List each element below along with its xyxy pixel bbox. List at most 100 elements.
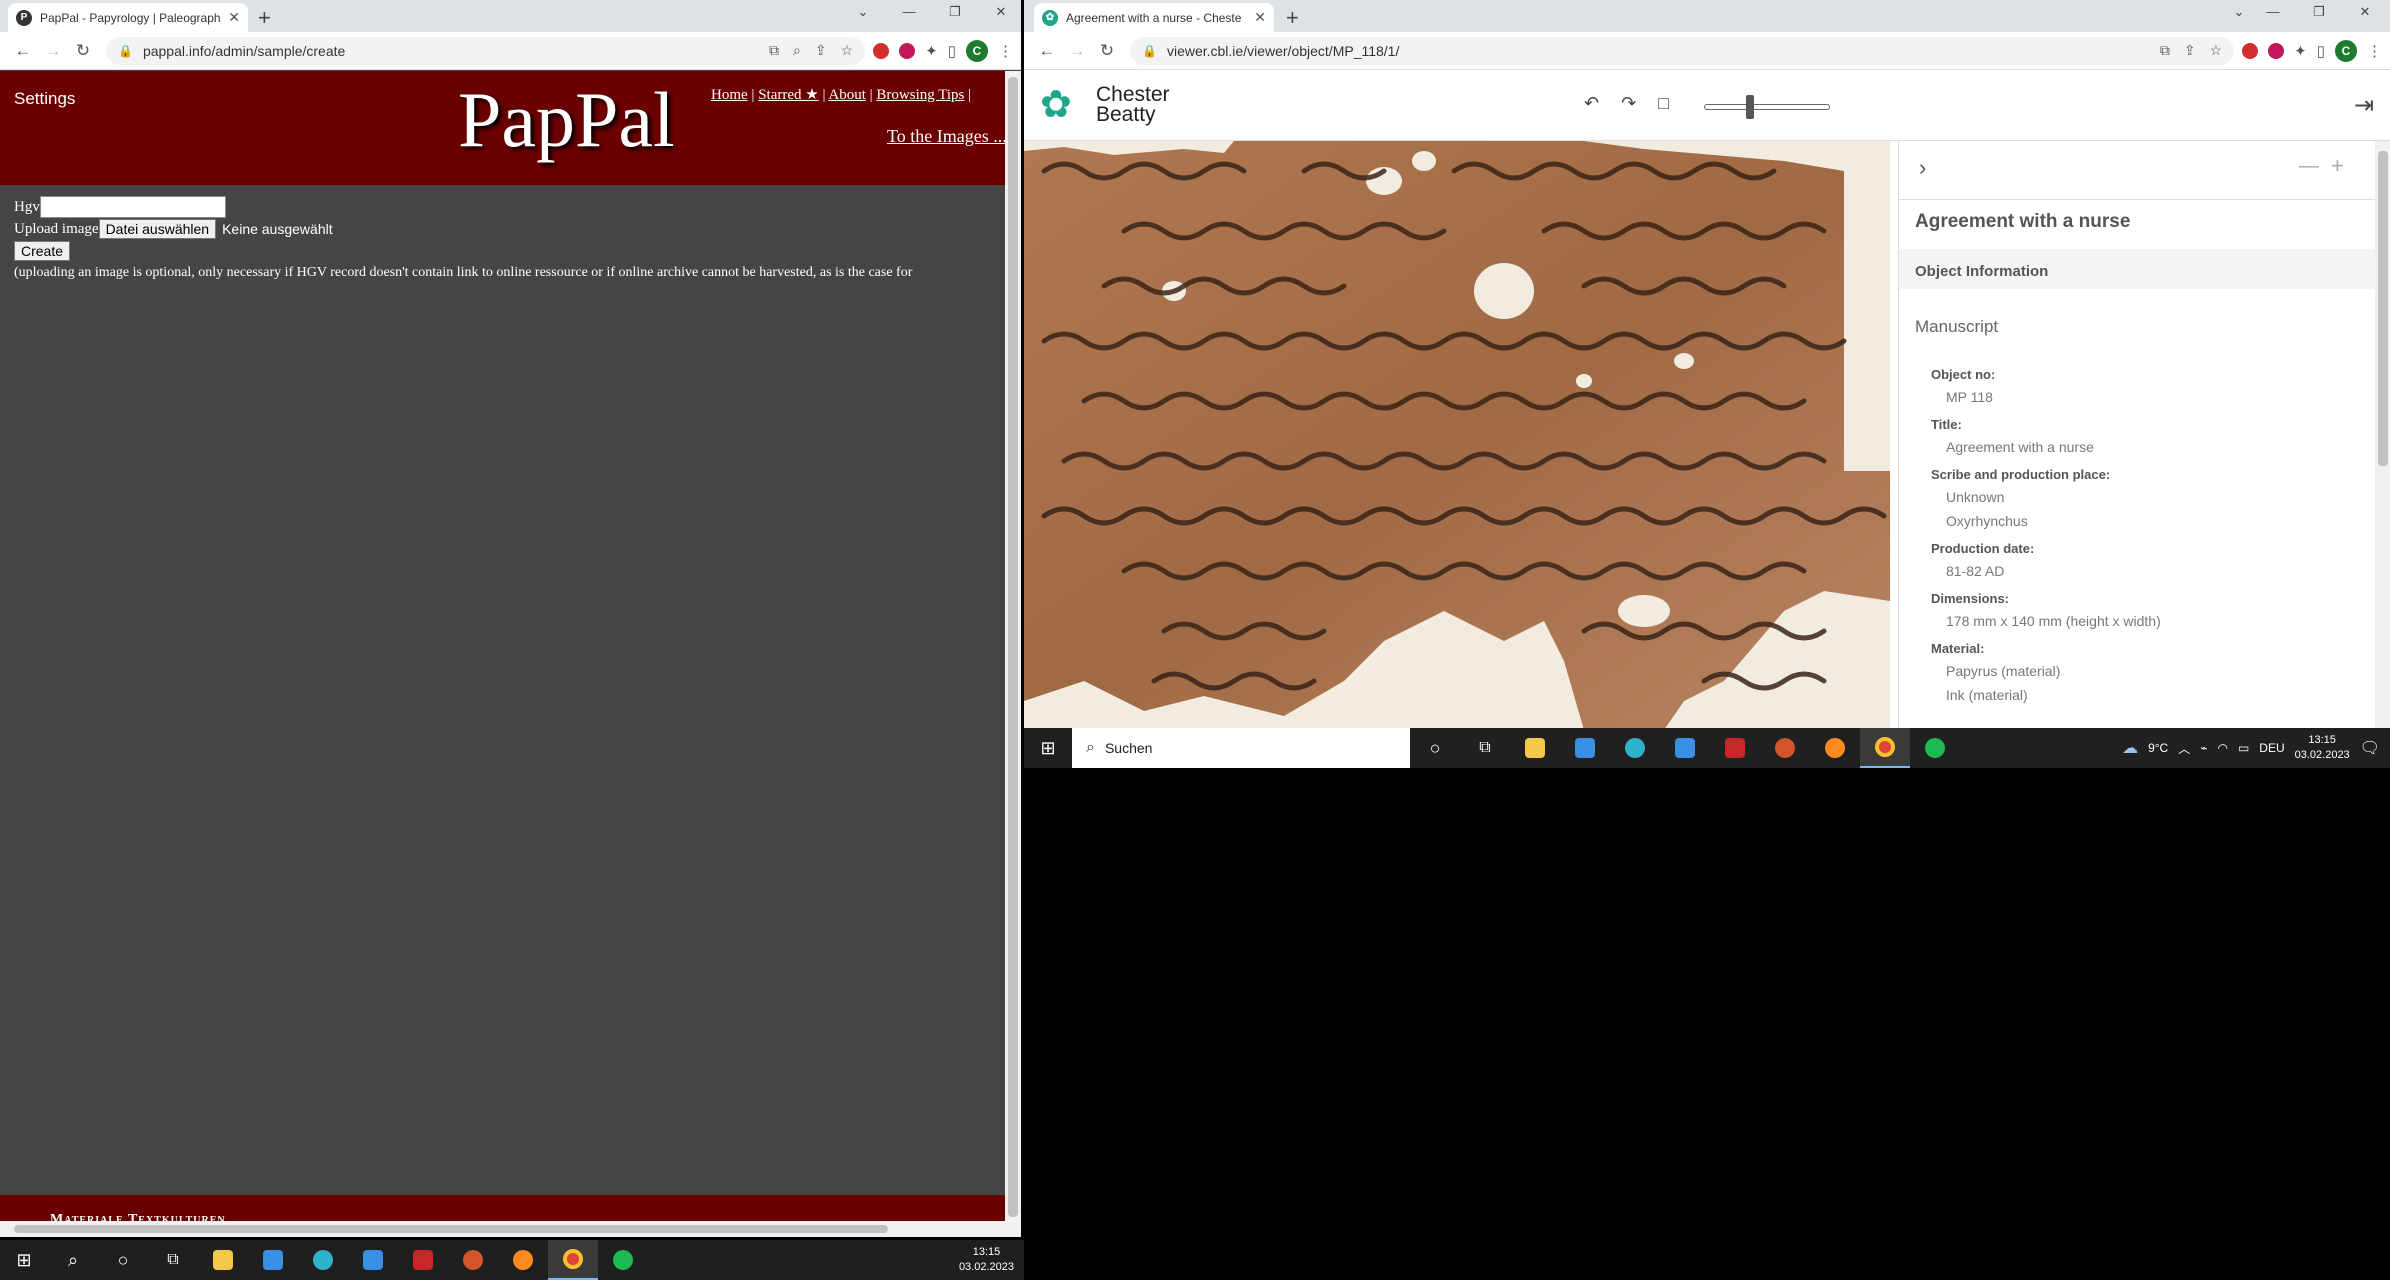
back-icon[interactable]: ← xyxy=(8,41,38,61)
close-window-button[interactable]: ✕ xyxy=(2342,4,2388,20)
zoom-slider-handle[interactable] xyxy=(1746,95,1754,119)
extensions-puzzle-icon[interactable]: ✦ xyxy=(925,42,938,60)
back-icon[interactable]: ← xyxy=(1032,41,1062,61)
translate-icon[interactable]: ⧉ xyxy=(2160,42,2170,59)
extension-red-icon[interactable] xyxy=(873,42,890,59)
bookmark-star-icon[interactable]: ☆ xyxy=(2210,42,2223,59)
store-icon[interactable] xyxy=(248,1240,298,1280)
lock-icon[interactable]: 🔒 xyxy=(118,44,133,58)
new-tab-button[interactable]: + xyxy=(1286,5,1299,31)
chrome-icon[interactable] xyxy=(548,1240,598,1280)
cortana-icon[interactable]: ○ xyxy=(1410,728,1460,768)
acrobat-icon[interactable] xyxy=(1710,728,1760,768)
task-view-icon[interactable]: ⧉ xyxy=(1460,728,1510,768)
minimize-button[interactable]: — xyxy=(886,4,932,20)
scrollbar-thumb[interactable] xyxy=(14,1225,888,1233)
task-view-icon[interactable]: ⧉ xyxy=(148,1240,198,1280)
clock[interactable]: 13:15 03.02.2023 xyxy=(959,1245,1014,1275)
battery-icon[interactable]: ▭ xyxy=(2238,741,2249,755)
panel-scrollbar[interactable] xyxy=(2375,141,2390,730)
zoom-slider[interactable] xyxy=(1704,95,1830,119)
close-tab-icon[interactable]: ✕ xyxy=(1254,9,1266,26)
powerpoint-icon[interactable] xyxy=(448,1240,498,1280)
pappal-logo[interactable]: PapPal xyxy=(458,75,675,165)
store-icon[interactable] xyxy=(1560,728,1610,768)
extension-pink-icon[interactable] xyxy=(2268,42,2285,59)
panel-plus-icon[interactable]: + xyxy=(2331,153,2344,179)
edge-icon[interactable] xyxy=(1610,728,1660,768)
tab-agreement-nurse[interactable]: ✿ Agreement with a nurse - Cheste ✕ xyxy=(1034,3,1274,32)
taskbar-search-box[interactable]: ⌕ Suchen xyxy=(1072,728,1410,768)
nav-starred[interactable]: Starred ★ xyxy=(758,87,819,103)
extension-red-icon[interactable] xyxy=(2242,42,2259,59)
cortana-icon[interactable]: ○ xyxy=(98,1240,148,1280)
hgv-input[interactable] xyxy=(39,196,226,218)
tab-object-information[interactable]: Object Information xyxy=(1899,249,2375,289)
new-tab-button[interactable]: + xyxy=(258,5,271,31)
rotate-left-icon[interactable]: ↶ xyxy=(1584,93,1599,114)
extension-pink-icon[interactable] xyxy=(899,42,916,59)
horizontal-scrollbar[interactable] xyxy=(0,1221,1005,1237)
windows-start-icon[interactable]: ⊞ xyxy=(1024,738,1072,759)
file-explorer-icon[interactable] xyxy=(198,1240,248,1280)
menu-kebab-icon[interactable]: ⋮ xyxy=(2367,42,2382,60)
powerpoint-icon[interactable] xyxy=(1760,728,1810,768)
nav-browsing-tips[interactable]: Browsing Tips xyxy=(876,87,964,103)
menu-kebab-icon[interactable]: ⋮ xyxy=(998,42,1013,60)
chester-beatty-logo[interactable]: Chester Beatty xyxy=(1096,84,1170,125)
share-icon[interactable]: ⇪ xyxy=(815,42,827,59)
sidepanel-icon[interactable]: ▯ xyxy=(2317,42,2325,60)
choose-file-button[interactable]: Datei auswählen xyxy=(98,219,217,239)
tray-chevron-icon[interactable]: ︿ xyxy=(2178,740,2190,757)
restore-button[interactable]: ❐ xyxy=(2296,4,2342,20)
language-indicator[interactable]: DEU xyxy=(2259,741,2284,755)
to-images-link[interactable]: To the Images ... xyxy=(887,126,1007,147)
bookmark-star-icon[interactable]: ☆ xyxy=(841,42,854,59)
lock-icon[interactable]: 🔒 xyxy=(1142,44,1157,58)
translate-icon[interactable]: ⧉ xyxy=(769,42,779,59)
rotate-right-icon[interactable]: ↷ xyxy=(1621,93,1636,114)
profile-avatar[interactable]: C xyxy=(2335,39,2357,62)
vertical-scrollbar[interactable] xyxy=(1005,71,1021,1237)
scrollbar-thumb[interactable] xyxy=(1008,77,1018,1217)
tab-pappal[interactable]: P PapPal - Papyrology | Paleograph ✕ xyxy=(8,3,248,32)
chrome-icon[interactable] xyxy=(1860,728,1910,768)
restore-button[interactable]: ❐ xyxy=(932,4,978,20)
scrollbar-thumb[interactable] xyxy=(2378,151,2388,466)
mail-icon[interactable] xyxy=(348,1240,398,1280)
zoom-icon[interactable]: ⌕ xyxy=(793,42,801,59)
share-icon[interactable]: ⇪ xyxy=(2184,42,2196,59)
close-tab-icon[interactable]: ✕ xyxy=(228,9,240,26)
clock[interactable]: 13:15 03.02.2023 xyxy=(2295,733,2350,763)
windows-start-icon[interactable]: ⊞ xyxy=(0,1250,48,1271)
wifi-icon[interactable]: ◠ xyxy=(2217,741,2227,755)
reset-view-icon[interactable]: □ xyxy=(1658,93,1669,114)
minimize-button[interactable]: — xyxy=(2250,4,2296,20)
firefox-icon[interactable] xyxy=(498,1240,548,1280)
collapse-panel-icon[interactable]: › xyxy=(1919,155,1926,181)
address-bar[interactable]: 🔒 pappal.info/admin/sample/create ⧉ ⌕ ⇪ … xyxy=(106,36,866,65)
mail-icon[interactable] xyxy=(1660,728,1710,768)
firefox-icon[interactable] xyxy=(1810,728,1860,768)
reload-icon[interactable]: ↻ xyxy=(68,41,98,61)
address-bar[interactable]: 🔒 viewer.cbl.ie/viewer/object/MP_118/1/ … xyxy=(1130,36,2235,65)
extensions-puzzle-icon[interactable]: ✦ xyxy=(2294,42,2307,60)
profile-avatar[interactable]: C xyxy=(966,39,988,62)
create-button[interactable]: Create xyxy=(14,241,71,261)
tab-search-icon[interactable]: ⌄ xyxy=(2228,4,2250,20)
exit-viewer-icon[interactable]: ⇥ xyxy=(2354,91,2374,120)
tab-search-icon[interactable]: ⌄ xyxy=(840,4,886,20)
forward-icon[interactable]: → xyxy=(1062,41,1092,61)
forward-icon[interactable]: → xyxy=(38,41,68,61)
panel-minus-icon[interactable]: — xyxy=(2299,155,2319,178)
spotify-icon[interactable] xyxy=(598,1240,648,1280)
file-explorer-icon[interactable] xyxy=(1510,728,1560,768)
sidepanel-icon[interactable]: ▯ xyxy=(948,42,956,60)
reload-icon[interactable]: ↻ xyxy=(1092,41,1122,61)
papyrus-image[interactable] xyxy=(1024,141,1890,730)
weather-temp[interactable]: 9°C xyxy=(2148,741,2168,755)
close-window-button[interactable]: ✕ xyxy=(978,4,1021,20)
weather-cloud-icon[interactable]: ☁ xyxy=(2122,738,2138,758)
chester-beatty-logo-icon[interactable]: ✿ xyxy=(1040,85,1072,125)
edge-icon[interactable] xyxy=(298,1240,348,1280)
